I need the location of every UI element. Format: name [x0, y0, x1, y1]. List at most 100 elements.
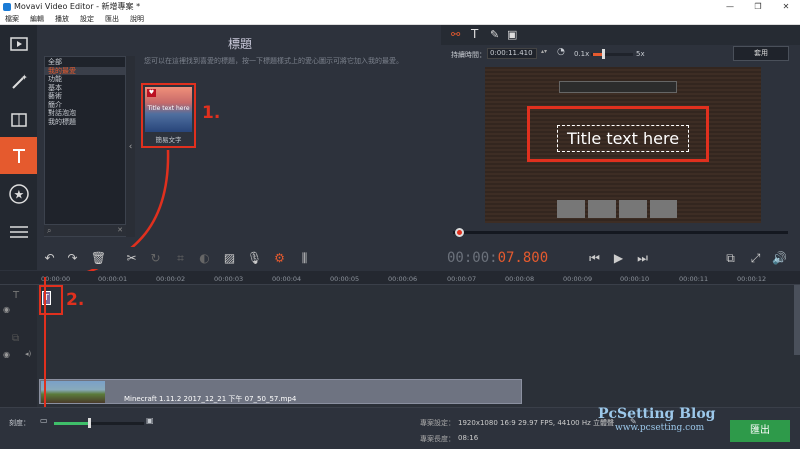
split-button[interactable]: ✂: [123, 250, 140, 266]
gear-icon: ⚙: [274, 251, 285, 265]
app-icon: [3, 3, 11, 11]
category-basic[interactable]: 基本: [45, 84, 125, 93]
text-icon[interactable]: T: [471, 27, 478, 41]
import-media-button[interactable]: [0, 25, 37, 62]
equalizer-button[interactable]: ⫼: [296, 250, 313, 266]
redo-icon: ↷: [67, 251, 78, 265]
clip-properties-button[interactable]: ⚙: [271, 250, 288, 266]
undo-icon: ↶: [44, 251, 55, 265]
fullscreen-button[interactable]: ⤢: [747, 250, 764, 266]
transitions-button[interactable]: [0, 101, 37, 138]
magic-wand-icon: ✦: [11, 73, 28, 89]
video-clip-thumbnail: [41, 381, 105, 403]
watermark-url: www.pcsetting.com: [615, 423, 705, 433]
ruler-tick: 00:00:09: [563, 275, 593, 283]
ruler-tick: 00:00:04: [272, 275, 302, 283]
heart-icon[interactable]: ♥: [147, 89, 156, 97]
play-button[interactable]: ▶: [610, 250, 627, 266]
zoom-in-icon[interactable]: ▣: [146, 416, 154, 425]
delete-button[interactable]: 🗑: [90, 250, 107, 266]
animation-icon[interactable]: ⚯: [451, 28, 460, 41]
zoom-slider-fill: [54, 422, 90, 425]
menu-settings[interactable]: 設定: [80, 15, 94, 23]
export-button[interactable]: 匯出: [730, 420, 790, 442]
ruler-tick: 00:00:01: [98, 275, 128, 283]
game-server-bar: [559, 81, 677, 93]
spin-arrows-icon[interactable]: ▴▾: [541, 48, 547, 55]
speed-max: 5x: [636, 50, 645, 58]
menu-playback[interactable]: 播放: [55, 15, 69, 23]
window-title: Movavi Video Editor - 新增專案 *: [14, 2, 141, 11]
filters-button[interactable]: ✦: [0, 63, 37, 100]
category-favorites[interactable]: 我的最愛: [45, 66, 125, 75]
step-1-label: 1.: [202, 103, 221, 123]
category-speech-bubbles[interactable]: 對話泡泡: [45, 109, 125, 118]
maximize-button[interactable]: ❐: [744, 0, 772, 14]
ruler-tick: 00:00:07: [447, 275, 477, 283]
volume-button[interactable]: 🔊: [771, 250, 788, 266]
category-features[interactable]: 功能: [45, 75, 125, 84]
ruler-tick: 00:00:06: [388, 275, 418, 283]
undo-button[interactable]: ↶: [41, 250, 58, 266]
external-window-icon: ⧉: [726, 250, 735, 265]
redo-button[interactable]: ↷: [64, 250, 81, 266]
more-tools-button[interactable]: [0, 213, 37, 250]
crop-icon: ⌗: [177, 250, 184, 265]
menu-edit[interactable]: 編輯: [30, 15, 44, 23]
apply-button[interactable]: 套用: [733, 46, 789, 61]
category-my-titles[interactable]: 我的標題: [45, 118, 125, 127]
border-icon[interactable]: ▣: [507, 28, 517, 41]
previous-frame-button[interactable]: ⏮: [586, 250, 603, 266]
star-icon: ★: [8, 183, 29, 204]
preview-title-text[interactable]: Title text here: [557, 125, 689, 152]
zoom-slider-knob[interactable]: [88, 418, 91, 428]
rotate-button[interactable]: ↻: [147, 250, 164, 266]
menu-help[interactable]: 說明: [130, 15, 144, 23]
minimize-button[interactable]: —: [716, 0, 744, 14]
game-buttons: [557, 200, 677, 218]
stickers-button[interactable]: ★: [0, 175, 37, 212]
titles-button[interactable]: [0, 137, 37, 174]
timeline-scrollbar[interactable]: [794, 285, 800, 355]
skip-forward-icon: ⏭: [637, 250, 648, 265]
zoom-out-icon[interactable]: ▭: [40, 416, 48, 425]
zoom-label: 刻度：: [9, 419, 30, 427]
image-button[interactable]: ▨: [221, 250, 238, 266]
category-intro[interactable]: 簡介: [45, 101, 125, 110]
project-settings-value: 1920x1080 16:9 29.97 FPS, 44100 Hz 立體聲: [458, 419, 615, 427]
next-frame-button[interactable]: ⏭: [634, 250, 651, 266]
speaker-icon[interactable]: ◂): [25, 350, 31, 358]
search-icon: ⌕: [47, 226, 52, 235]
skip-back-icon: ⏮: [589, 250, 600, 265]
preview-scrubber[interactable]: [453, 231, 788, 234]
menu-export[interactable]: 匯出: [105, 15, 119, 23]
record-audio-button[interactable]: 🎙: [246, 250, 263, 266]
panel-description: 您可以在這裡找到喜愛的標題，按一下標題樣式上的愛心圖示可將它加入我的最愛。: [144, 57, 403, 65]
category-art[interactable]: 藝術: [45, 92, 125, 101]
panel-heading: 標題: [227, 37, 252, 51]
menu-file[interactable]: 檔案: [5, 15, 19, 23]
timecode: 00:00:07.800: [447, 250, 548, 266]
speed-icon: ◔: [557, 47, 565, 57]
timeline-ruler[interactable]: 00:00:00 00:00:01 00:00:02 00:00:03 00:0…: [0, 271, 800, 285]
color-picker-icon[interactable]: ✎: [490, 28, 499, 41]
duration-input[interactable]: 0:00:11.410: [487, 48, 537, 59]
category-all[interactable]: 全部: [45, 58, 125, 67]
menu-bar: 檔案 編輯 播放 設定 匯出 說明: [0, 14, 800, 25]
title-thumbnail[interactable]: ♥ Title text here 簡易文字: [141, 83, 196, 148]
title-track-icon: T: [13, 290, 20, 301]
ruler-tick: 00:00:11: [679, 275, 709, 283]
video-clip[interactable]: Minecraft 1.11.2 2017_12_21 下午 07_50_57.…: [39, 379, 522, 404]
speed-slider-knob[interactable]: [602, 49, 605, 59]
project-length-label: 專案長度：: [420, 435, 455, 443]
close-button[interactable]: ✕: [772, 0, 800, 14]
detach-preview-button[interactable]: ⧉: [722, 250, 739, 266]
eye-icon[interactable]: ◉: [3, 350, 10, 359]
crop-button[interactable]: ⌗: [172, 250, 189, 266]
scrubber-handle[interactable]: [455, 228, 464, 237]
eye-icon[interactable]: ◉: [3, 305, 10, 314]
color-adjust-button[interactable]: ◐: [196, 250, 213, 266]
microphone-icon: 🎙: [246, 251, 263, 265]
image-icon: ▨: [223, 251, 236, 265]
play-icon: ▶: [613, 251, 624, 265]
